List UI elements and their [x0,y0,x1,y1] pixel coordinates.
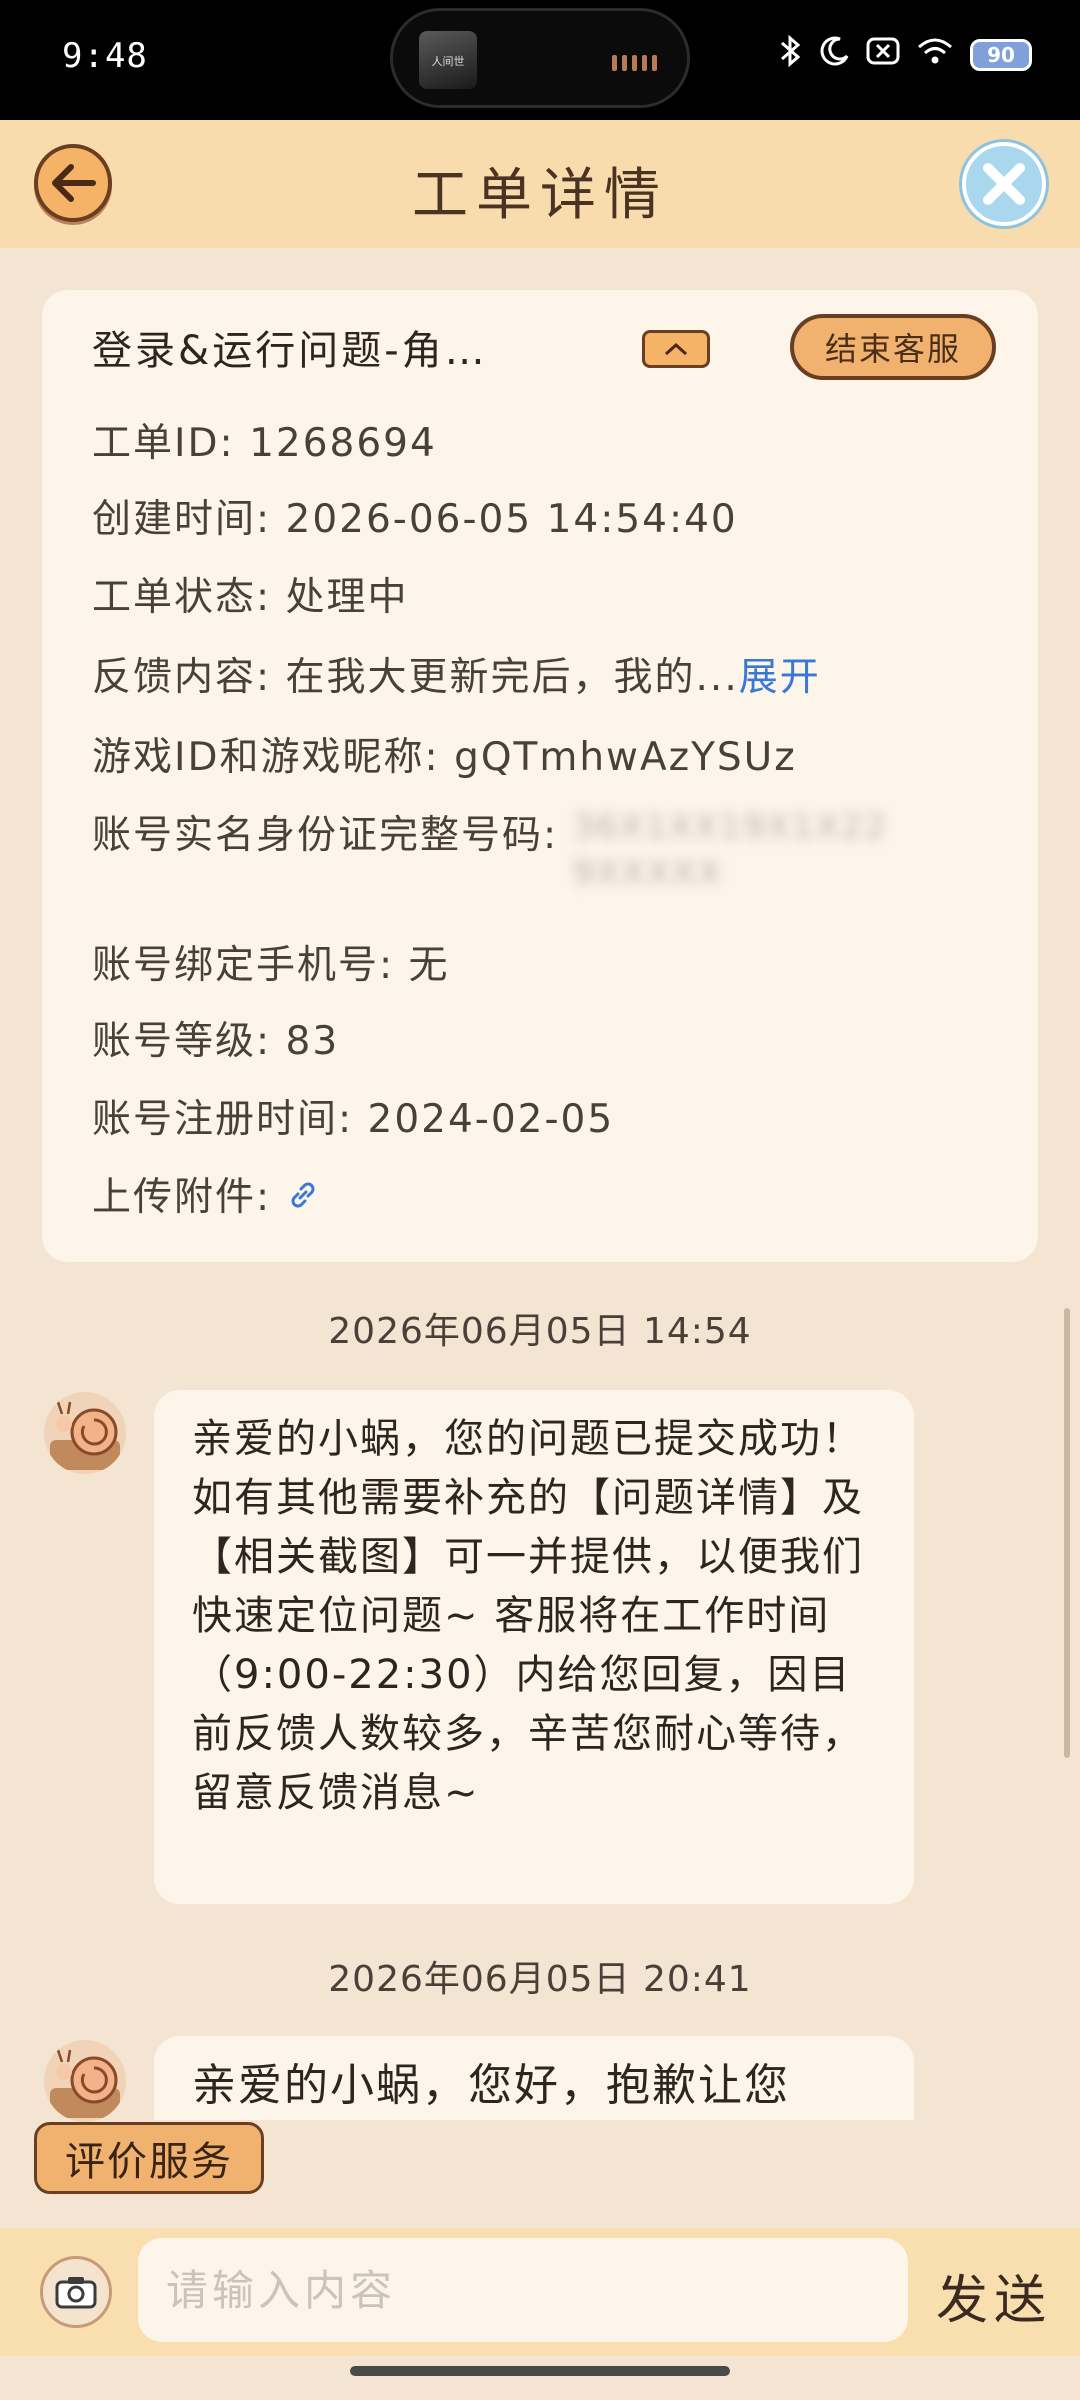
ticket-register: 账号注册时间: 2024-02-05 [92,1097,615,1142]
message-bubble: 亲爱的小蜗，您的问题已提交成功！如有其他需要补充的【问题详情】及【相关截图】可一… [154,1390,914,1904]
status-time: 9:48 [62,36,148,76]
ticket-title: 登录&运行问题-角… [92,328,488,374]
audio-bars-icon [612,55,657,71]
message-input[interactable] [138,2238,908,2342]
avatar [44,1392,126,1474]
wifi-icon [916,36,954,74]
end-service-button[interactable]: 结束客服 [790,314,996,380]
header: 工单详情 [0,120,1080,248]
collapse-button[interactable] [642,330,710,368]
media-thumbnail-text: 人间世 [431,55,465,68]
ticket-attachment: 上传附件: [92,1166,320,1222]
send-button[interactable]: 发送 [936,2258,1052,2333]
attachment-label: 上传附件: [92,1175,286,1220]
close-button[interactable] [962,142,1046,226]
message-timestamp: 2026年06月05日 20:41 [328,1959,752,2000]
ticket-phone: 账号绑定手机号: 无 [92,943,450,988]
moon-icon [820,36,850,74]
navigation-area [0,2356,1080,2400]
ticket-card: 登录&运行问题-角… 结束客服 工单ID: 1268694 创建时间: 2026… [42,290,1038,1262]
battery-icon: 90 [970,39,1032,71]
chevron-up-icon [664,342,688,356]
camera-icon [55,2277,97,2309]
message-bubble: 亲爱的小蜗，您好，抱歉让您 [154,2036,914,2120]
ticket-status: 工单状态: 处理中 [92,575,409,620]
scrollbar[interactable] [1064,1308,1070,1758]
ticket-feedback: 反馈内容: 在我大更新完后，我的...展开 [92,646,821,702]
page-title: 工单详情 [412,163,668,228]
input-bar: 发送 [0,2228,1080,2356]
snail-avatar-icon [44,1392,126,1474]
snail-avatar-icon [44,2040,126,2122]
status-icons: 90 [778,34,1032,76]
ticket-idcard: 账号实名身份证完整号码: 36X1XX19X1X22 9XXXXX [92,804,893,896]
link-icon[interactable] [286,1177,320,1222]
feedback-text: 反馈内容: 在我大更新完后，我的... [92,655,739,700]
dynamic-island[interactable]: 人间世 [390,8,690,108]
home-indicator[interactable] [350,2366,730,2376]
idcard-label: 账号实名身份证完整号码: [92,813,573,858]
idcard-value-blurred: 36X1XX19X1X22 9XXXXX [572,807,889,893]
ticket-id: 工单ID: 1268694 [92,421,437,466]
expand-link[interactable]: 展开 [739,655,821,700]
message-timestamp: 2026年06月05日 14:54 [328,1311,752,1352]
camera-button[interactable] [40,2256,112,2328]
ticket-game-id: 游戏ID和游戏昵称: gQTmhwAzYSUz [92,735,797,780]
avatar [44,2040,126,2122]
ticket-level: 账号等级: 83 [92,1019,340,1064]
status-bar: 9:48 人间世 90 [0,0,1080,120]
bluetooth-icon [778,34,804,76]
ticket-created: 创建时间: 2026-06-05 14:54:40 [92,497,738,542]
no-sim-icon [866,36,900,74]
media-thumbnail: 人间世 [419,31,477,89]
close-icon [983,163,1025,205]
rate-service-button[interactable]: 评价服务 [34,2122,264,2194]
